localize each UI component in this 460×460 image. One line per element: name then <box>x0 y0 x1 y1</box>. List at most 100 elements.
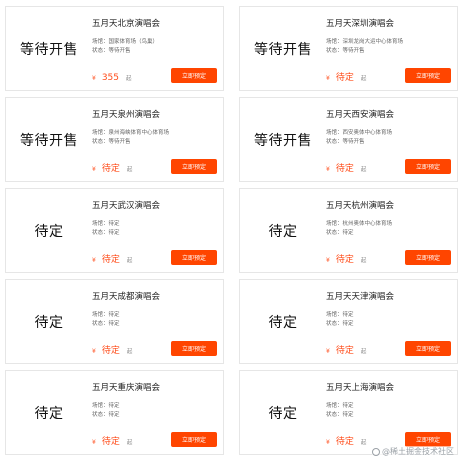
price-row: ¥ 待定 起 <box>92 343 132 356</box>
sale-status: 等待开售 <box>254 132 312 149</box>
concert-card[interactable]: 待定 五月天成都演唱会 场馆：待定 状态：待定 ¥ 待定 起 立即预定 <box>5 279 224 364</box>
card-details: 五月天北京演唱会 场馆：国家体育场（鸟巢） 状态：等待开售 ¥ 355 起 立即… <box>92 7 223 90</box>
sale-status: 等待开售 <box>20 41 78 58</box>
price-value: 355 <box>101 73 120 83</box>
card-details: 五月天天津演唱会 场馆：待定 状态：待定 ¥ 待定 起 立即预定 <box>326 280 457 363</box>
price-unit: 起 <box>126 167 133 173</box>
currency-symbol: ¥ <box>326 348 330 355</box>
price-value: 待定 <box>335 346 354 356</box>
currency-symbol: ¥ <box>326 257 330 264</box>
card-details: 五月天深圳演唱会 场馆：深圳龙岗大运中心体育场 状态：等待开售 ¥ 待定 起 立… <box>326 7 457 90</box>
sale-status: 待定 <box>268 223 298 240</box>
concert-title[interactable]: 五月天武汉演唱会 <box>92 199 223 211</box>
concert-card[interactable]: 等待开售 五月天泉州演唱会 场馆：泉州海峡体育中心体育场 状态：等待开售 ¥ 待… <box>5 97 224 182</box>
concert-title[interactable]: 五月天天津演唱会 <box>326 290 457 302</box>
concert-title[interactable]: 五月天上海演唱会 <box>326 381 457 393</box>
state-text: 状态：待定 <box>92 321 120 327</box>
card-details: 五月天武汉演唱会 场馆：待定 状态：待定 ¥ 待定 起 立即预定 <box>92 189 223 272</box>
concert-card[interactable]: 待定 五月天武汉演唱会 场馆：待定 状态：待定 ¥ 待定 起 立即预定 <box>5 188 224 273</box>
book-now-button[interactable]: 立即预定 <box>405 432 451 447</box>
card-details: 五月天重庆演唱会 场馆：待定 状态：待定 ¥ 待定 起 立即预定 <box>92 371 223 454</box>
currency-symbol: ¥ <box>92 166 96 173</box>
venue-text: 场馆：待定 <box>92 312 120 318</box>
price-row: ¥ 待定 起 <box>326 70 366 83</box>
price-unit: 起 <box>360 349 367 355</box>
book-now-button[interactable]: 立即预定 <box>171 432 217 447</box>
state-text: 状态：待定 <box>92 412 120 418</box>
price-unit: 起 <box>360 76 367 82</box>
watermark: @稀土掘金技术社区 <box>372 446 454 457</box>
concert-card[interactable]: 等待开售 五月天深圳演唱会 场馆：深圳龙岗大运中心体育场 状态：等待开售 ¥ 待… <box>239 6 458 91</box>
price-row: ¥ 待定 起 <box>92 161 132 174</box>
venue-text: 场馆：待定 <box>326 312 354 318</box>
sale-status: 待定 <box>34 314 64 331</box>
venue-text: 场馆：杭州奥体中心体育场 <box>326 221 393 227</box>
price-row: ¥ 待定 起 <box>326 434 366 447</box>
price-row: ¥ 待定 起 <box>92 434 132 447</box>
sale-status: 待定 <box>268 405 298 422</box>
card-details: 五月天杭州演唱会 场馆：杭州奥体中心体育场 状态：待定 ¥ 待定 起 立即预定 <box>326 189 457 272</box>
book-now-button[interactable]: 立即预定 <box>171 159 217 174</box>
state-text: 状态：待定 <box>92 230 120 236</box>
concert-title[interactable]: 五月天北京演唱会 <box>92 17 223 29</box>
price-unit: 起 <box>360 440 367 446</box>
concert-card[interactable]: 待定 五月天重庆演唱会 场馆：待定 状态：待定 ¥ 待定 起 立即预定 <box>5 370 224 455</box>
book-now-button[interactable]: 立即预定 <box>405 159 451 174</box>
currency-symbol: ¥ <box>92 75 96 82</box>
card-details: 五月天上海演唱会 场馆：待定 状态：待定 ¥ 待定 起 立即预定 <box>326 371 457 454</box>
currency-symbol: ¥ <box>326 166 330 173</box>
concert-card[interactable]: 待定 五月天上海演唱会 场馆：待定 状态：待定 ¥ 待定 起 立即预定 <box>239 370 458 455</box>
state-text: 状态：等待开售 <box>326 48 365 54</box>
concert-title[interactable]: 五月天杭州演唱会 <box>326 199 457 211</box>
currency-symbol: ¥ <box>326 439 330 446</box>
currency-symbol: ¥ <box>92 439 96 446</box>
concert-title[interactable]: 五月天成都演唱会 <box>92 290 223 302</box>
price-value: 待定 <box>335 437 354 447</box>
price-unit: 起 <box>126 440 133 446</box>
sale-status: 等待开售 <box>20 132 78 149</box>
price-unit: 起 <box>360 167 367 173</box>
community-logo-icon <box>372 447 380 456</box>
sale-status: 待定 <box>34 223 64 240</box>
venue-text: 场馆：西安奥体中心体育场 <box>326 130 393 136</box>
concert-title[interactable]: 五月天西安演唱会 <box>326 108 457 120</box>
price-unit: 起 <box>126 258 133 264</box>
venue-text: 场馆：待定 <box>92 221 120 227</box>
book-now-button[interactable]: 立即预定 <box>171 250 217 265</box>
card-details: 五月天西安演唱会 场馆：西安奥体中心体育场 状态：等待开售 ¥ 待定 起 立即预… <box>326 98 457 181</box>
book-now-button[interactable]: 立即预定 <box>405 68 451 83</box>
concert-card[interactable]: 待定 五月天杭州演唱会 场馆：杭州奥体中心体育场 状态：待定 ¥ 待定 起 立即… <box>239 188 458 273</box>
concert-card[interactable]: 等待开售 五月天北京演唱会 场馆：国家体育场（鸟巢） 状态：等待开售 ¥ 355… <box>5 6 224 91</box>
venue-text: 场馆：待定 <box>92 403 120 409</box>
card-details: 五月天泉州演唱会 场馆：泉州海峡体育中心体育场 状态：等待开售 ¥ 待定 起 立… <box>92 98 223 181</box>
book-now-button[interactable]: 立即预定 <box>405 250 451 265</box>
price-value: 待定 <box>101 164 120 174</box>
price-row: ¥ 待定 起 <box>326 252 366 265</box>
price-unit: 起 <box>126 76 132 82</box>
price-value: 待定 <box>335 164 354 174</box>
state-text: 状态：等待开售 <box>92 139 131 145</box>
price-value: 待定 <box>101 346 120 356</box>
concert-title[interactable]: 五月天泉州演唱会 <box>92 108 223 120</box>
state-text: 状态：等待开售 <box>92 48 131 54</box>
price-row: ¥ 待定 起 <box>326 343 366 356</box>
price-value: 待定 <box>101 437 120 447</box>
currency-symbol: ¥ <box>92 257 96 264</box>
card-details: 五月天成都演唱会 场馆：待定 状态：待定 ¥ 待定 起 立即预定 <box>92 280 223 363</box>
state-text: 状态：待定 <box>326 321 354 327</box>
concert-card[interactable]: 等待开售 五月天西安演唱会 场馆：西安奥体中心体育场 状态：等待开售 ¥ 待定 … <box>239 97 458 182</box>
concert-title[interactable]: 五月天深圳演唱会 <box>326 17 457 29</box>
concert-card[interactable]: 待定 五月天天津演唱会 场馆：待定 状态：待定 ¥ 待定 起 立即预定 <box>239 279 458 364</box>
venue-text: 场馆：泉州海峡体育中心体育场 <box>92 130 170 136</box>
price-unit: 起 <box>126 349 133 355</box>
concert-grid: 等待开售 五月天北京演唱会 场馆：国家体育场（鸟巢） 状态：等待开售 ¥ 355… <box>5 6 458 455</box>
currency-symbol: ¥ <box>92 348 96 355</box>
sale-status: 待定 <box>34 405 64 422</box>
sale-status: 等待开售 <box>254 41 312 58</box>
book-now-button[interactable]: 立即预定 <box>405 341 451 356</box>
price-unit: 起 <box>360 258 367 264</box>
watermark-text: @稀土掘金技术社区 <box>382 447 454 456</box>
book-now-button[interactable]: 立即预定 <box>171 68 217 83</box>
book-now-button[interactable]: 立即预定 <box>171 341 217 356</box>
concert-title[interactable]: 五月天重庆演唱会 <box>92 381 223 393</box>
